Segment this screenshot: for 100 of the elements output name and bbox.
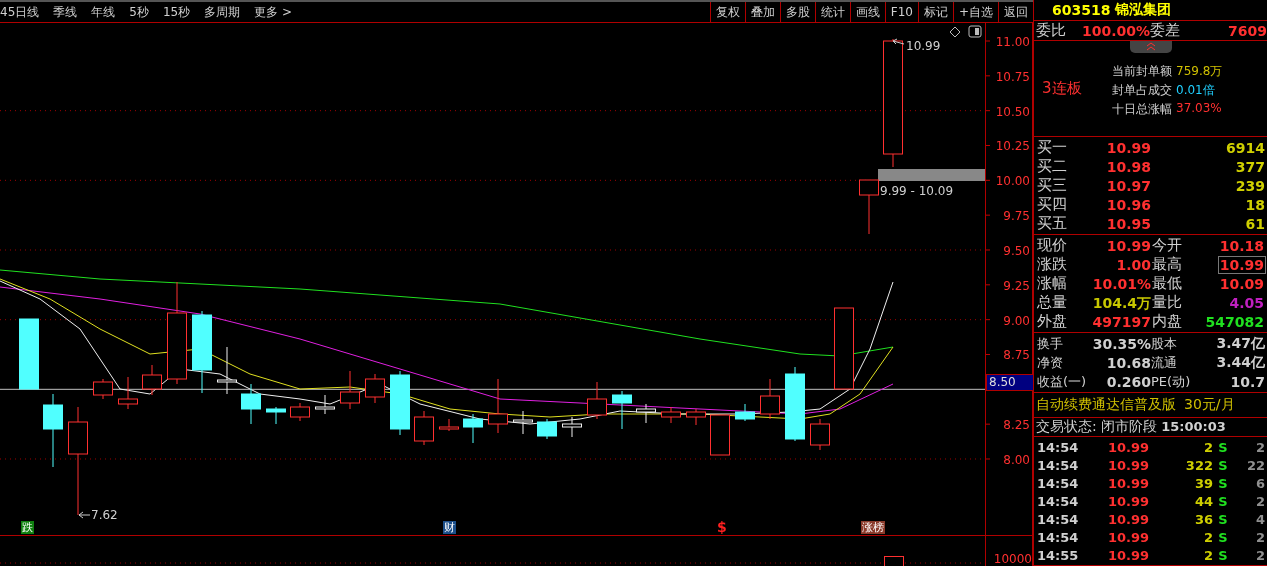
fundamental-value: 10.68 [1105,354,1151,371]
period-tab[interactable]: 15秒 [162,3,191,21]
bid-volume: 18 [1244,196,1265,213]
quote-value: 10.99 [1105,237,1152,254]
tick-count: 2 [1254,439,1265,455]
gap-range-label: 9.99 - 10.09 [880,184,954,198]
quote-label: 涨跌 [1037,255,1068,275]
quote-label: 外盘 [1037,312,1068,332]
tick-price: 10.99 [1106,475,1149,491]
tick-count: 4 [1254,511,1265,527]
period-tab[interactable]: 45日线 [0,3,40,21]
candle [735,403,755,422]
tick-count: 2 [1254,547,1265,563]
tick-time: 14:54 [1037,439,1080,455]
event-marker[interactable]: $ [716,521,728,534]
candle [859,179,879,235]
diamond-icon[interactable] [949,26,961,38]
tick-side: S [1217,493,1229,509]
tick-volume: 39 [1193,475,1213,491]
candle [414,410,434,446]
promo-link[interactable]: 自动续费通达信普及版 [1036,395,1176,414]
price-axis-label: 9.50 [1003,244,1030,258]
price-axis-label: 10.25 [995,139,1030,154]
candle [19,318,39,390]
fundamental-label: 流通 [1151,353,1178,372]
quote-label: 内盘 [1152,312,1183,332]
candle [463,413,483,444]
event-marker[interactable]: 涨榜 [861,521,885,534]
candle [661,406,681,424]
price-axis-label: 8.75 [1003,348,1030,363]
bid-level-label: 买四 [1037,195,1068,215]
quote-label: 最高 [1152,255,1183,275]
period-tab[interactable]: 年线 [91,3,116,21]
quote-label: 最低 [1152,274,1183,294]
bid-price: 10.99 [1105,139,1151,156]
tick-price: 10.99 [1106,511,1149,527]
bid-volume: 239 [1234,177,1265,194]
tick-price: 10.99 [1106,547,1149,563]
collapse-tab[interactable] [1130,41,1172,54]
tick-time: 14:54 [1037,457,1080,473]
fundamental-value: 0.260 [1105,373,1151,390]
low-price-label: 7.62 [91,508,118,522]
event-marker[interactable]: 财 [443,521,456,534]
period-tab[interactable]: 多周期 [204,3,241,21]
event-marker[interactable]: 跌 [21,521,34,534]
tick-volume: 2 [1202,547,1213,563]
candle [760,378,780,420]
tick-price: 10.99 [1106,457,1149,473]
price-axis-label: 10.50 [995,104,1030,119]
candle [118,376,138,410]
bid-level-label: 买五 [1037,214,1068,234]
candle [513,410,533,435]
candle [390,370,410,436]
tick-time: 14:54 [1037,511,1080,527]
streak-label: 3连板 [1042,79,1083,99]
bid-level-label: 买一 [1037,138,1068,158]
candle [365,373,385,404]
tick-count: 22 [1245,457,1265,473]
tick-side: S [1217,439,1229,455]
bid-level-label: 买二 [1037,157,1068,177]
seal-stat-value: 0.01倍 [1176,82,1216,100]
price-axis-label: 10.00 [995,174,1030,189]
chevron-up-icon [1145,41,1157,52]
bid-price: 10.95 [1105,215,1151,232]
bid-volume: 61 [1244,215,1265,232]
candle [710,414,730,456]
candle [686,408,706,426]
field-value: 7609 [1227,22,1267,39]
fundamental-label: 换手 [1037,334,1064,353]
tick-side: S [1217,529,1229,545]
fundamental-label: PE(动) [1151,372,1192,391]
tick-time: 14:54 [1037,475,1080,491]
quote-label: 量比 [1152,293,1183,313]
tick-time: 14:54 [1037,529,1080,545]
tick-count: 6 [1254,475,1265,491]
status-time: 15:00:03 [1161,419,1226,435]
bid-volume: 6914 [1225,139,1265,156]
quote-value: 10.09 [1218,275,1265,292]
panel-toggle-icon[interactable] [968,25,982,38]
quote-value: 1.00 [1115,256,1152,273]
period-tab[interactable]: 季线 [53,3,78,21]
fundamental-label: 收益(一) [1037,372,1087,391]
price-axis-label: 9.00 [1003,313,1030,328]
candle [217,346,237,395]
period-tab[interactable]: 更多 > [254,3,293,21]
bid-level-label: 买三 [1037,176,1068,196]
candle [93,378,113,400]
period-tab[interactable]: 5秒 [129,3,149,21]
tick-price: 10.99 [1106,529,1149,545]
bid-price: 10.97 [1105,177,1151,194]
candle [439,418,459,432]
tick-volume: 2 [1202,439,1213,455]
field-value: 100.00% [1080,22,1150,39]
tick-price: 10.99 [1106,439,1149,455]
volume-axis-label: 10000 [993,552,1032,566]
seal-stat-label: 十日总涨幅 [1112,101,1172,119]
field-label: 委比 [1036,21,1067,41]
tick-volume: 2 [1202,529,1213,545]
tick-volume: 322 [1184,457,1213,473]
candle [266,406,286,425]
